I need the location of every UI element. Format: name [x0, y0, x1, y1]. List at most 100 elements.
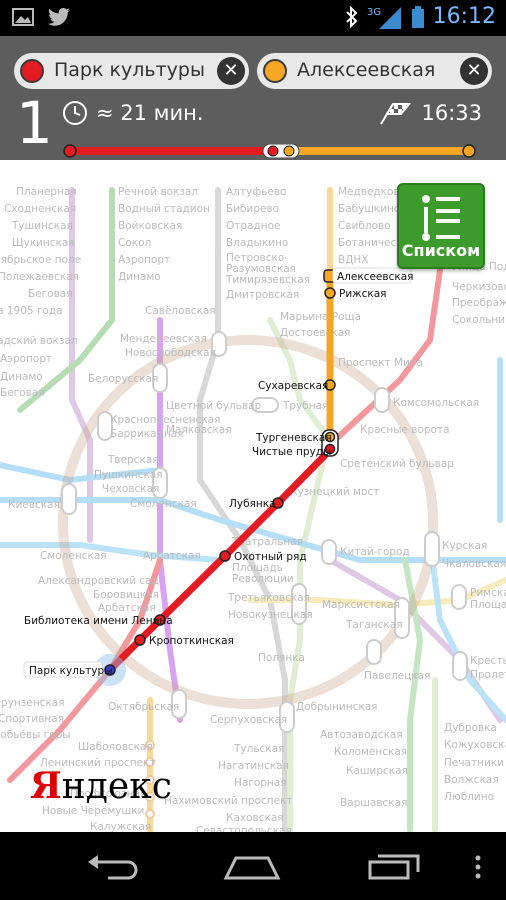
svg-text:Смоленская: Смоленская: [130, 498, 197, 510]
svg-text:Печатники: Печатники: [444, 757, 504, 769]
svg-text:Алтуфьево: Алтуфьево: [226, 186, 286, 198]
finish-flag-icon: [380, 103, 412, 125]
svg-text:Боровицкая: Боровицкая: [93, 589, 159, 601]
signal-3g-icon: 3G: [367, 6, 401, 29]
svg-text:Александровский сад: Александровский сад: [38, 575, 159, 587]
duration-text: ≈ 21 мин.: [96, 101, 204, 125]
svg-text:Сретенский бульвар: Сретенский бульвар: [340, 458, 454, 470]
route-station-label[interactable]: Библиотека имени Ленина: [24, 615, 173, 627]
svg-text:Марксистская: Марксистская: [322, 599, 400, 611]
recent-apps-icon[interactable]: [366, 852, 426, 880]
back-icon[interactable]: [84, 852, 144, 880]
route-station-label[interactable]: Чистые пруды: [252, 446, 331, 458]
svg-text:Севастопольская: Севастопольская: [196, 825, 292, 832]
route-station-label[interactable]: Рижская: [339, 288, 386, 300]
list-view-label: Списком: [401, 241, 481, 260]
svg-text:Октябрьское поле: Октябрьское поле: [0, 254, 81, 266]
arrival-time: 16:33: [421, 101, 482, 125]
route-station-label[interactable]: Охотный ряд: [234, 551, 307, 563]
transfers-count: 1: [16, 89, 53, 157]
from-station-name: Парк культуры: [54, 59, 205, 81]
route-header: Парк культуры ✕ Алексеевская ✕ 1 ≈ 21 ми…: [0, 36, 506, 160]
clear-from-icon[interactable]: ✕: [217, 57, 245, 85]
svg-text:Калужская: Калужская: [90, 821, 151, 832]
svg-text:Полежаевская: Полежаевская: [0, 271, 79, 283]
svg-text:Савёловская: Савёловская: [145, 305, 216, 317]
svg-text:Динамо: Динамо: [0, 371, 43, 383]
route-station-label[interactable]: Парк культуры: [29, 665, 112, 677]
svg-text:Преображенская: Преображенская: [452, 297, 506, 309]
svg-text:Пушкинская: Пушкинская: [94, 469, 163, 481]
route-station-label[interactable]: Кропоткинская: [149, 635, 234, 647]
svg-text:Цветной бульвар: Цветной бульвар: [166, 400, 262, 412]
route-progress-bar: [63, 144, 476, 158]
svg-text:Свиблово: Свиблово: [338, 220, 391, 232]
svg-text:Курская: Курская: [442, 540, 487, 552]
clock-icon: [63, 101, 87, 125]
svg-text:Новокузнецкая: Новокузнецкая: [228, 609, 313, 621]
svg-text:Кожуховская: Кожуховская: [444, 739, 506, 751]
from-station-field[interactable]: Парк культуры ✕: [14, 53, 249, 89]
list-view-button[interactable]: Списком: [397, 183, 485, 269]
svg-text:Черкизовская: Черкизовская: [452, 281, 506, 293]
svg-text:Каховская: Каховская: [226, 812, 284, 824]
svg-text:Тульская: Тульская: [233, 743, 284, 755]
clear-to-icon[interactable]: ✕: [460, 57, 488, 85]
svg-text:Щукинская: Щукинская: [12, 237, 75, 249]
svg-text:Войковская: Войковская: [118, 220, 182, 232]
route-duration: ≈ 21 мин.: [62, 100, 204, 126]
svg-text:Тушинская: Тушинская: [11, 220, 73, 232]
home-icon[interactable]: [222, 852, 282, 880]
overflow-menu-icon[interactable]: [474, 854, 482, 880]
svg-text:Маяковская: Маяковская: [166, 424, 232, 436]
bluetooth-icon: [345, 5, 358, 28]
battery-icon: [411, 5, 424, 28]
svg-text:Белорусская: Белорусская: [88, 373, 158, 385]
status-clock: 16:12: [432, 4, 496, 29]
route-arrival: 16:33: [379, 100, 482, 126]
svg-text:Дубровка: Дубровка: [444, 722, 497, 734]
svg-text:Фрунзенская: Фрунзенская: [0, 697, 65, 709]
svg-text:Арбатская: Арбатская: [143, 550, 201, 562]
svg-text:Марьина Роща: Марьина Роща: [280, 311, 361, 323]
svg-text:Полянка: Полянка: [258, 652, 305, 664]
svg-text:Отрадное: Отрадное: [226, 220, 281, 232]
svg-text:Крестьянская: Крестьянская: [470, 655, 506, 667]
svg-text:Нагорная: Нагорная: [234, 777, 287, 789]
svg-text:Добрынинская: Добрынинская: [296, 701, 377, 713]
route-station-label[interactable]: Алексеевская: [337, 271, 413, 283]
route-station-label[interactable]: Лубянка: [229, 498, 276, 510]
svg-text:Красные ворота: Красные ворота: [360, 424, 450, 436]
svg-text:Третьяковская: Третьяковская: [227, 592, 310, 604]
route-station-label[interactable]: Сухаревская: [258, 380, 328, 392]
svg-text:Беговая: Беговая: [28, 288, 73, 300]
svg-text:Революции: Революции: [232, 573, 294, 585]
svg-text:Кузнецкий мост: Кузнецкий мост: [290, 486, 379, 498]
svg-text:Площадь: Площадь: [470, 599, 506, 611]
to-station-field[interactable]: Алексеевская ✕: [257, 53, 492, 89]
svg-text:Новослободская: Новослободская: [125, 347, 216, 359]
svg-text:Смоленская: Смоленская: [40, 550, 107, 562]
svg-text:Воробьёвы горы: Воробьёвы горы: [0, 729, 71, 741]
to-station-name: Алексеевская: [297, 59, 436, 81]
svg-text:Павелецкая: Павелецкая: [364, 670, 430, 682]
svg-text:Сокольники: Сокольники: [452, 314, 506, 326]
svg-text:Беговая: Беговая: [0, 387, 45, 399]
svg-text:Сходненская: Сходненская: [4, 203, 76, 215]
svg-text:Волжская: Волжская: [444, 774, 499, 786]
svg-text:Владыкино: Владыкино: [226, 237, 288, 249]
svg-text:Шаболовская: Шаболовская: [78, 741, 153, 753]
svg-text:Тверская: Тверская: [107, 454, 159, 466]
svg-text:Арбатская: Арбатская: [98, 602, 156, 614]
gallery-notification-icon: [12, 8, 34, 26]
svg-text:Планерная: Планерная: [16, 186, 77, 198]
svg-text:Улица 1905 года: Улица 1905 года: [0, 305, 63, 317]
svg-text:Пролетарская: Пролетарская: [470, 669, 506, 681]
route-station-label[interactable]: Тургеневская: [255, 432, 332, 444]
svg-text:Аэропорт: Аэропорт: [118, 254, 170, 266]
svg-text:Речной вокзал: Речной вокзал: [118, 186, 198, 198]
svg-text:Дмитровская: Дмитровская: [226, 289, 299, 301]
svg-text:Менделеевская: Менделеевская: [120, 333, 207, 345]
svg-text:Чкаловская: Чкаловская: [442, 558, 506, 570]
svg-text:Сокол: Сокол: [118, 237, 151, 249]
